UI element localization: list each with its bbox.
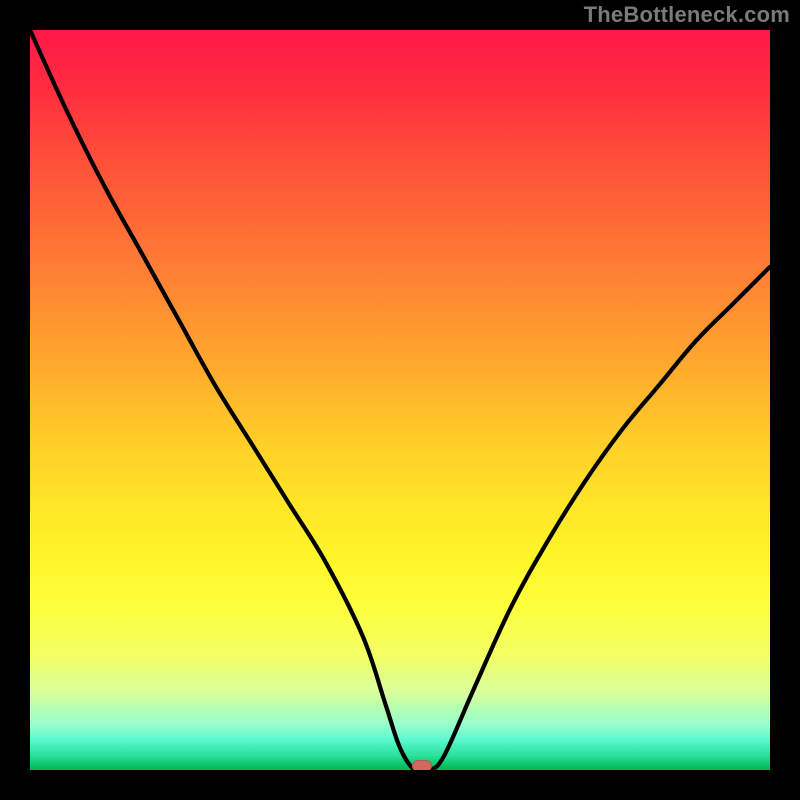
bottleneck-curve (30, 30, 770, 770)
curve-svg (30, 30, 770, 770)
optimum-marker-icon (412, 760, 432, 770)
plot-area (30, 30, 770, 770)
attribution-text: TheBottleneck.com (584, 2, 790, 28)
chart-stage: TheBottleneck.com (0, 0, 800, 800)
